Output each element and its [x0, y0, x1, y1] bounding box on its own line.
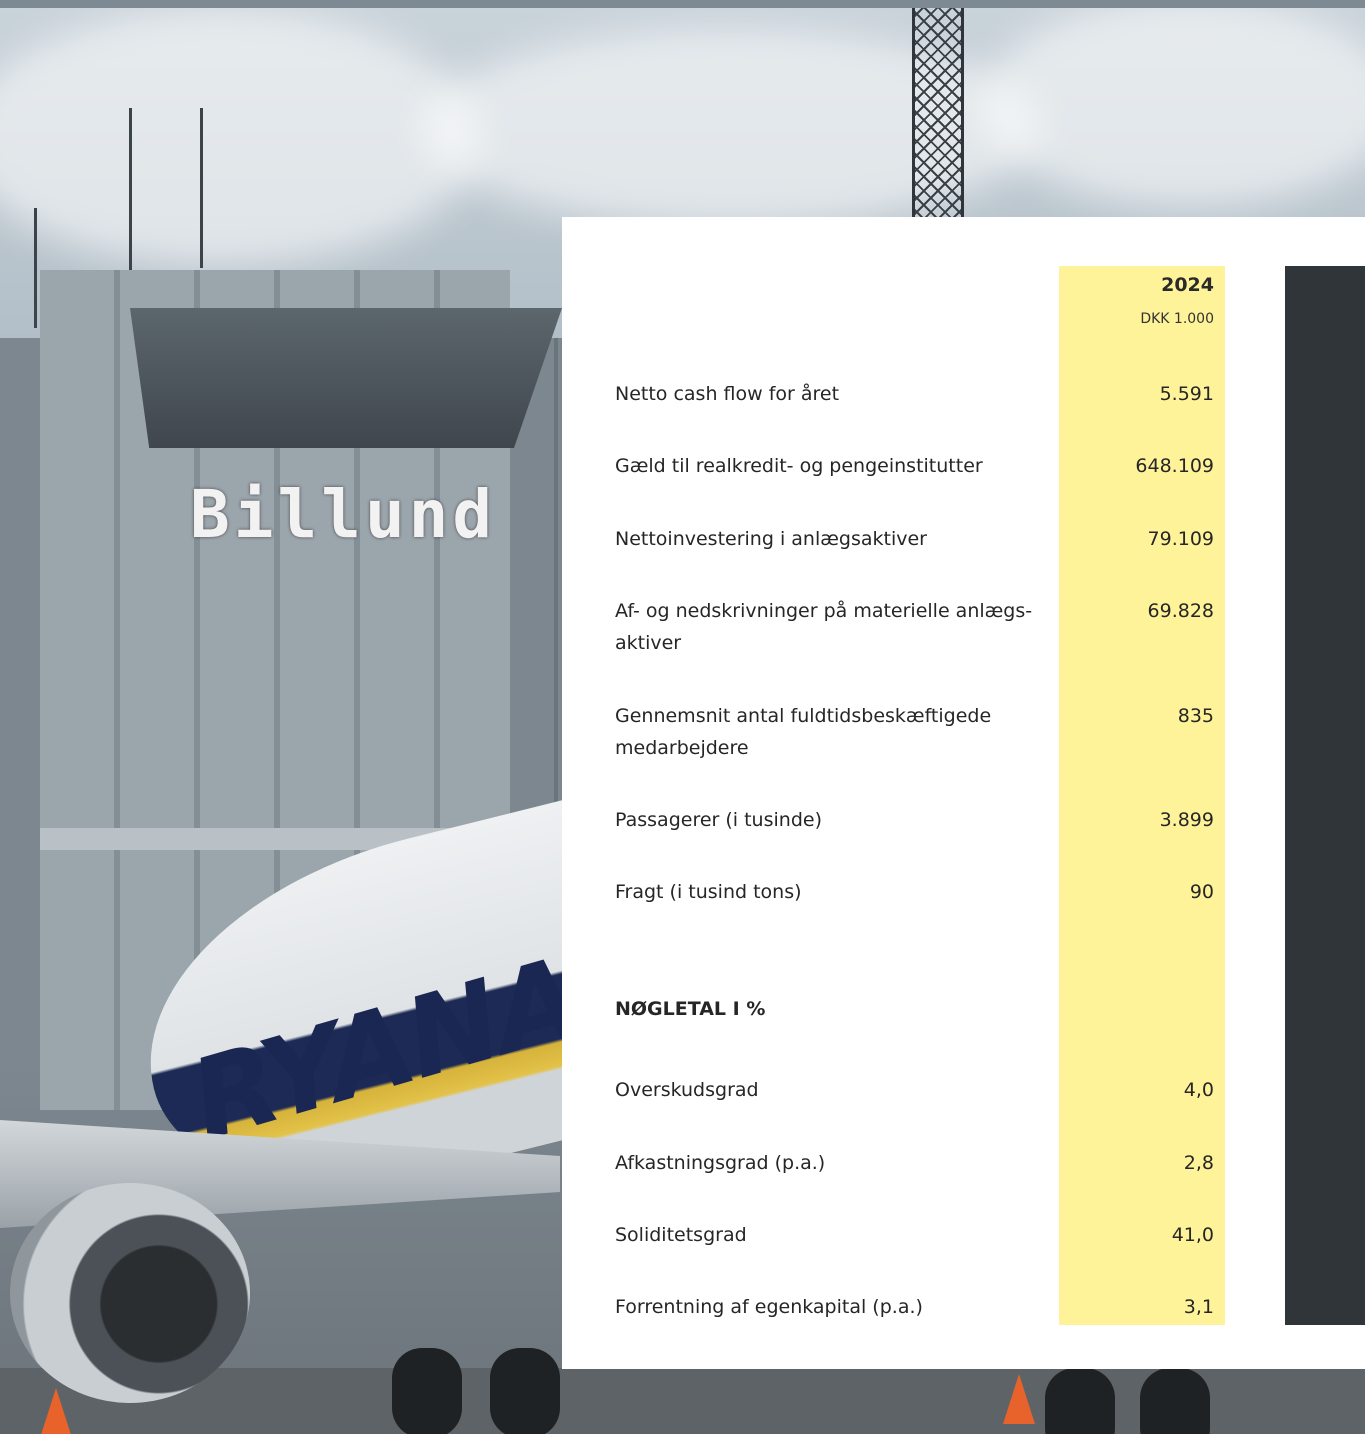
traffic-cone — [1003, 1374, 1035, 1424]
row-label: Af- og nedskrivninger på materielle anlæ… — [615, 600, 1033, 654]
antenna-mast — [129, 108, 132, 278]
antenna-mast — [34, 208, 37, 328]
control-tower-cab — [130, 308, 562, 448]
ratio-value: 3,1 — [1183, 1296, 1214, 1318]
section-heading: NØGLETAL I % — [615, 998, 766, 1020]
ratio-label: Overskudsgrad — [615, 1079, 759, 1101]
row-label: Gæld til realkredit- og pengeinstitutter — [615, 455, 983, 477]
antenna-mast — [200, 108, 203, 268]
row-value: 835 — [1177, 705, 1214, 727]
ratio-value: 2,8 — [1183, 1152, 1214, 1174]
landing-gear — [1140, 1368, 1210, 1434]
side-panel — [1285, 266, 1365, 1325]
row-label: Netto cash flow for året — [615, 383, 840, 405]
ratio-label: Forrentning af egenkapital (p.a.) — [615, 1296, 923, 1318]
row-value: 69.828 — [1147, 600, 1214, 622]
ratio-label: Afkastningsgrad (p.a.) — [615, 1152, 826, 1174]
year-header: 2024 — [1161, 274, 1214, 296]
ratio-label: Soliditetsgrad — [615, 1224, 747, 1246]
landing-gear — [490, 1348, 560, 1434]
row-value: 5.591 — [1159, 383, 1214, 405]
row-value: 79.109 — [1147, 528, 1214, 550]
row-value: 3.899 — [1159, 809, 1214, 831]
ratio-value: 41,0 — [1171, 1224, 1214, 1246]
row-label: Gennemsnit antal fuldtidsbeskæftigede me… — [615, 705, 992, 759]
landing-gear — [1045, 1368, 1115, 1434]
row-label: Nettoinvestering i anlægsaktiver — [615, 528, 927, 550]
row-label: Fragt (i tusind tons) — [615, 881, 802, 903]
lattice-mast — [912, 8, 964, 223]
row-value: 648.109 — [1135, 455, 1214, 477]
traffic-cone — [40, 1388, 72, 1434]
landing-gear — [392, 1348, 462, 1434]
cloud — [980, 8, 1365, 208]
row-label: Passagerer (i tusinde) — [615, 809, 822, 831]
aircraft-engine — [10, 1183, 250, 1403]
cloud — [0, 8, 480, 268]
tower-sign: Billund — [190, 476, 497, 553]
unit-header: DKK 1.000 — [1140, 311, 1214, 327]
ratio-value: 4,0 — [1183, 1079, 1214, 1101]
row-value: 90 — [1189, 881, 1214, 903]
key-figures-card: 2024 DKK 1.000 Netto cash flow for året … — [562, 217, 1365, 1369]
